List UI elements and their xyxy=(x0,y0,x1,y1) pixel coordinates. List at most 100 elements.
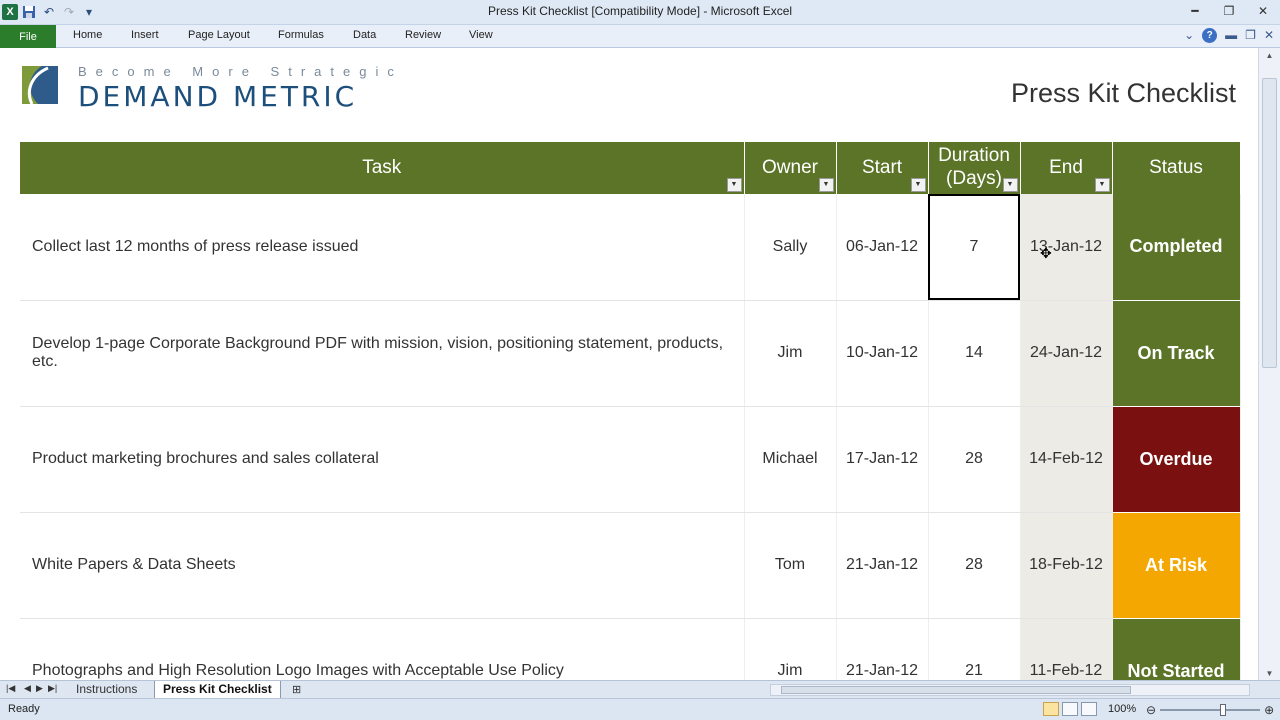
zoom-level[interactable]: 100% xyxy=(1108,703,1136,715)
filter-dropdown-icon[interactable]: ▼ xyxy=(1002,178,1018,192)
start-cell[interactable]: 17-Jan-12 xyxy=(836,406,929,513)
end-cell[interactable]: 13-Jan-12 xyxy=(1020,194,1113,301)
start-cell[interactable]: 10-Jan-12 xyxy=(836,300,929,407)
window-controls: ━ ❐ ✕ xyxy=(1178,0,1280,24)
page-layout-view-icon[interactable] xyxy=(1062,702,1078,716)
zoom-in-icon[interactable]: ⊕ xyxy=(1264,703,1274,717)
tab-file[interactable]: File xyxy=(0,25,56,48)
status-bar: Ready 100% ⊖ ⊕ xyxy=(0,698,1280,720)
sheet-tabs-bar: |◀ ◀ ▶ ▶| Instructions Press Kit Checkli… xyxy=(0,680,1280,698)
table-row: White Papers & Data Sheets Tom 21-Jan-12 28… xyxy=(20,512,1241,619)
page-break-view-icon[interactable] xyxy=(1081,702,1097,716)
table-row: Photographs and High Resolution Logo Ima… xyxy=(20,618,1241,680)
first-sheet-icon[interactable]: |◀ xyxy=(6,683,15,694)
filter-dropdown-icon[interactable]: ▼ xyxy=(1094,178,1110,192)
tab-data[interactable]: Data xyxy=(353,29,376,41)
prev-sheet-icon[interactable]: ◀ xyxy=(24,683,31,694)
logo-tagline: Become More Strategic xyxy=(78,64,403,79)
end-cell[interactable]: 11-Feb-12 xyxy=(1020,618,1113,680)
end-cell[interactable]: 18-Feb-12 xyxy=(1020,512,1113,619)
end-cell[interactable]: 24-Jan-12 xyxy=(1020,300,1113,407)
next-sheet-icon[interactable]: ▶ xyxy=(36,683,43,694)
column-label: Owner xyxy=(762,156,818,178)
status-cell[interactable]: On Track xyxy=(1112,300,1241,407)
zoom-track[interactable] xyxy=(1160,704,1261,716)
scroll-up-icon[interactable]: ▲ xyxy=(1259,48,1280,62)
owner-cell[interactable]: Jim xyxy=(744,300,837,407)
logo-name: DEMAND METRIC xyxy=(78,80,358,113)
normal-view-icon[interactable] xyxy=(1043,702,1059,716)
duration-cell[interactable]: 14 xyxy=(928,300,1021,407)
owner-cell[interactable]: Jim xyxy=(744,618,837,680)
column-label: Duration (Days) xyxy=(938,145,1010,189)
scroll-thumb[interactable] xyxy=(1262,78,1277,368)
task-cell[interactable]: Product marketing brochures and sales co… xyxy=(20,406,745,513)
task-cell[interactable]: Develop 1-page Corporate Background PDF … xyxy=(20,300,745,407)
start-cell[interactable]: 21-Jan-12 xyxy=(836,512,929,619)
horizontal-scroll-thumb[interactable] xyxy=(781,686,1131,694)
status-cell[interactable]: Completed xyxy=(1112,194,1241,301)
ribbon-right-controls: ⌄ ? ▬ ❐ ✕ xyxy=(1184,28,1274,43)
vertical-scrollbar[interactable]: ▲ ▼ xyxy=(1258,48,1280,680)
end-cell[interactable]: 14-Feb-12 xyxy=(1020,406,1113,513)
table-row: Develop 1-page Corporate Background PDF … xyxy=(20,300,1241,407)
title-bar: X ↶ ↷ ▾ Press Kit Checklist [Compatibili… xyxy=(0,0,1280,25)
tab-formulas[interactable]: Formulas xyxy=(278,29,324,41)
owner-cell[interactable]: Tom xyxy=(744,512,837,619)
duration-cell[interactable]: 7 xyxy=(928,194,1021,301)
status-text: Ready xyxy=(8,703,40,715)
scroll-down-icon[interactable]: ▼ xyxy=(1259,666,1280,680)
tab-page-layout[interactable]: Page Layout xyxy=(188,29,250,41)
tab-review[interactable]: Review xyxy=(405,29,441,41)
status-cell[interactable]: Not Started xyxy=(1112,618,1241,680)
owner-cell[interactable]: Michael xyxy=(744,406,837,513)
column-header-start: Start ▼ xyxy=(836,142,929,194)
insert-sheet-icon[interactable]: ⊞ xyxy=(292,683,301,696)
last-sheet-icon[interactable]: ▶| xyxy=(48,683,57,694)
table-row: Product marketing brochures and sales co… xyxy=(20,406,1241,513)
table-row: Collect last 12 months of press release … xyxy=(20,194,1241,301)
status-cell[interactable]: At Risk xyxy=(1112,512,1241,619)
page-title: Press Kit Checklist xyxy=(1010,78,1236,108)
duration-cell[interactable]: 28 xyxy=(928,406,1021,513)
status-cell[interactable]: Overdue xyxy=(1112,406,1241,513)
column-label: End xyxy=(1049,156,1083,178)
column-header-status: Status xyxy=(1112,142,1241,194)
horizontal-scrollbar[interactable] xyxy=(770,684,1250,696)
tab-insert[interactable]: Insert xyxy=(131,29,159,41)
restore-icon[interactable]: ❐ xyxy=(1212,0,1246,22)
table-header-row: Task ▼ Owner ▼ Start ▼ Duration (Days) ▼ End… xyxy=(20,142,1241,194)
task-cell[interactable]: Collect last 12 months of press release … xyxy=(20,194,745,301)
start-cell[interactable]: 21-Jan-12 xyxy=(836,618,929,680)
column-label: Status xyxy=(1149,156,1203,178)
duration-cell[interactable]: 28 xyxy=(928,512,1021,619)
zoom-slider[interactable]: ⊖ ⊕ xyxy=(1146,703,1274,717)
filter-dropdown-icon[interactable]: ▼ xyxy=(818,178,834,192)
owner-cell[interactable]: Sally xyxy=(744,194,837,301)
help-icon[interactable]: ? xyxy=(1202,28,1218,43)
tab-view[interactable]: View xyxy=(469,29,493,41)
tab-home[interactable]: Home xyxy=(73,29,102,41)
filter-dropdown-icon[interactable]: ▼ xyxy=(726,178,742,192)
sheet-tab-instructions[interactable]: Instructions xyxy=(68,681,145,698)
ribbon-tabs: File Home Insert Page Layout Formulas Da… xyxy=(0,25,1280,48)
column-label: Task xyxy=(362,156,402,178)
close-icon[interactable]: ✕ xyxy=(1246,0,1280,22)
minimize-ribbon-icon[interactable]: ⌄ xyxy=(1184,28,1194,43)
zoom-knob[interactable] xyxy=(1220,704,1227,716)
column-header-task: Task ▼ xyxy=(20,142,745,194)
doc-minimize-icon[interactable]: ▬ xyxy=(1225,28,1237,43)
task-cell[interactable]: Photographs and High Resolution Logo Ima… xyxy=(20,618,745,680)
duration-cell[interactable]: 21 xyxy=(928,618,1021,680)
column-header-owner: Owner ▼ xyxy=(744,142,837,194)
doc-restore-icon[interactable]: ❐ xyxy=(1245,28,1256,43)
minimize-icon[interactable]: ━ xyxy=(1178,0,1212,22)
sheet-tab-press-kit-checklist[interactable]: Press Kit Checklist xyxy=(154,681,281,698)
doc-close-icon[interactable]: ✕ xyxy=(1264,28,1274,43)
task-cell[interactable]: White Papers & Data Sheets xyxy=(20,512,745,619)
zoom-out-icon[interactable]: ⊖ xyxy=(1146,703,1156,717)
filter-dropdown-icon[interactable]: ▼ xyxy=(910,178,926,192)
start-cell[interactable]: 06-Jan-12 xyxy=(836,194,929,301)
worksheet[interactable]: Become More Strategic DEMAND METRIC Pres… xyxy=(0,48,1258,680)
move-cursor-icon: ✥ xyxy=(1040,245,1052,261)
